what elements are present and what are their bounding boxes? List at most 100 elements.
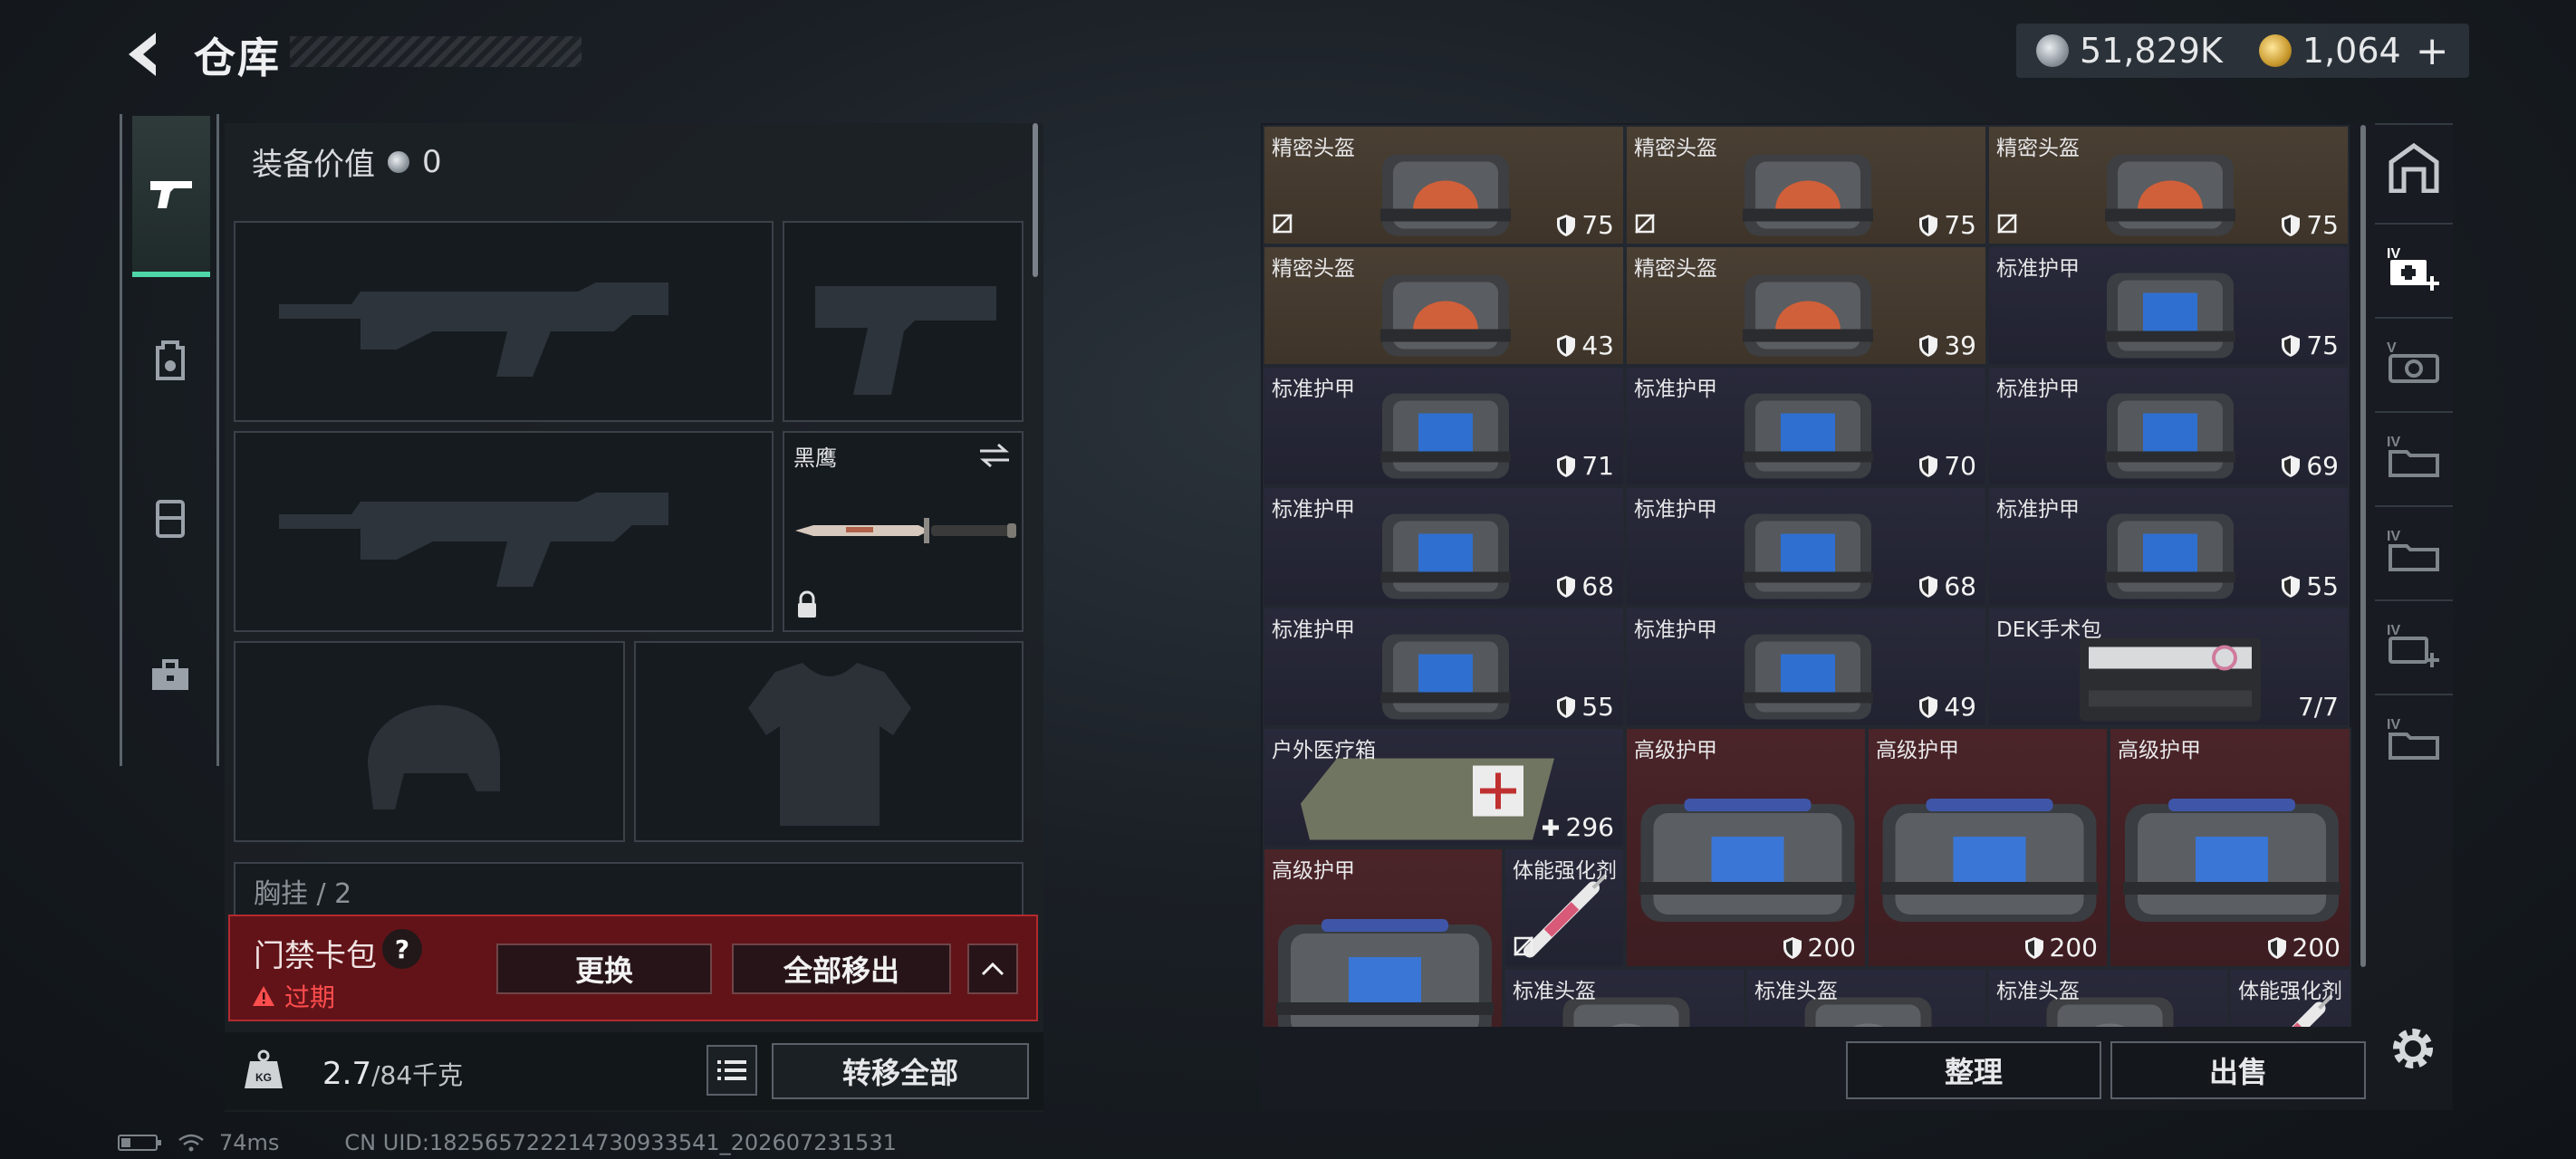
folder-icon: IV bbox=[2387, 435, 2439, 477]
gold-coin-icon bbox=[2258, 34, 2292, 67]
storage-item[interactable]: 标准护甲 71 bbox=[1263, 366, 1625, 486]
item-name: 高级护甲 bbox=[1634, 739, 1717, 762]
storage-item[interactable]: 高级护甲 200 bbox=[1867, 727, 2109, 968]
storage-item[interactable]: 标准护甲 68 bbox=[1625, 486, 1987, 607]
gold-amount: 1,064 bbox=[2302, 31, 2401, 71]
storage-item[interactable]: 标准护甲 68 bbox=[1263, 486, 1625, 607]
tab-vest[interactable] bbox=[145, 493, 196, 543]
tab-storage-medical[interactable]: IV bbox=[2375, 223, 2453, 310]
replace-button[interactable]: 更换 bbox=[496, 943, 712, 994]
storage-item[interactable]: 精密头盔 43 bbox=[1263, 245, 1625, 366]
pistol-slot[interactable] bbox=[783, 221, 1024, 422]
durability-shield-icon bbox=[2282, 214, 2301, 236]
storage-item[interactable]: DEK手术包 7/7 bbox=[1987, 607, 2350, 727]
collapse-button[interactable] bbox=[967, 943, 1018, 994]
durability-shield-icon bbox=[2024, 936, 2043, 959]
tab-weapons[interactable] bbox=[132, 116, 210, 277]
armor-slot[interactable] bbox=[634, 641, 1024, 842]
item-value: 200 bbox=[1807, 933, 1856, 963]
durability-shield-icon bbox=[1919, 575, 1938, 598]
pistol-icon bbox=[150, 181, 192, 208]
svg-text:IV: IV bbox=[2387, 435, 2400, 450]
folder-icon: IV bbox=[2387, 529, 2439, 571]
storage-item[interactable]: 标准头盔 bbox=[1504, 968, 1745, 1027]
svg-text:IV: IV bbox=[2387, 623, 2400, 638]
tab-storage-folder-3[interactable]: IV bbox=[2375, 694, 2453, 781]
storage-item[interactable]: 标准护甲 70 bbox=[1625, 366, 1987, 486]
sort-button[interactable]: 整理 bbox=[1846, 1041, 2101, 1099]
svg-text:KG: KG bbox=[255, 1071, 272, 1084]
item-name: 户外医疗箱 bbox=[1272, 739, 1376, 762]
item-name: 精密头盔 bbox=[1272, 137, 1355, 160]
durability-shield-icon bbox=[1557, 214, 1576, 236]
help-button[interactable]: ? bbox=[382, 929, 422, 969]
vest-icon bbox=[156, 500, 185, 538]
item-name: 标准护甲 bbox=[1272, 378, 1355, 401]
tab-storage-medical-2[interactable]: IV bbox=[2375, 599, 2453, 686]
remove-all-button[interactable]: 全部移出 bbox=[732, 943, 951, 994]
storage-item[interactable]: 高级护甲 200 bbox=[1625, 727, 1867, 968]
storage-item[interactable]: 高级护甲 bbox=[1263, 848, 1504, 1027]
storage-scrollbar[interactable] bbox=[2360, 125, 2366, 967]
tab-storage-tools[interactable]: V bbox=[2375, 317, 2453, 404]
item-name: DEK手术包 bbox=[1996, 618, 2102, 642]
settings-gear-icon[interactable] bbox=[2386, 1021, 2440, 1076]
medical-add-icon: IV bbox=[2387, 246, 2439, 291]
storage-item[interactable]: 精密头盔 39 bbox=[1625, 245, 1987, 366]
storage-item[interactable]: 标准护甲 55 bbox=[1263, 607, 1625, 727]
storage-item[interactable]: 标准护甲 55 bbox=[1987, 486, 2350, 607]
item-durability: 49 bbox=[1918, 692, 1976, 722]
durability-shield-icon bbox=[2282, 334, 2301, 357]
tab-storage-home[interactable] bbox=[2375, 123, 2453, 210]
item-value: 71 bbox=[1581, 451, 1614, 481]
durability-shield-icon bbox=[1919, 455, 1938, 477]
item-durability: 296 bbox=[1541, 812, 1614, 842]
item-value: 200 bbox=[2292, 933, 2341, 963]
storage-item[interactable]: 精密头盔 75 bbox=[1263, 125, 1625, 245]
item-value: 70 bbox=[1944, 451, 1976, 481]
chest-rig-slot[interactable] bbox=[234, 862, 1024, 916]
add-currency-button[interactable]: + bbox=[2416, 28, 2449, 74]
heal-plus-icon bbox=[1542, 819, 1559, 836]
transfer-all-button[interactable]: 转移全部 bbox=[772, 1043, 1029, 1099]
durability-shield-icon bbox=[1557, 334, 1576, 357]
status-line: 74ms CN UID:182565722214730933541_202607… bbox=[118, 1130, 897, 1155]
chest-rig-label: 胸挂 / 2 bbox=[254, 878, 352, 910]
storage-item[interactable]: 精密头盔 75 bbox=[1625, 125, 1987, 245]
item-durability: 7/7 bbox=[2298, 692, 2339, 722]
swap-icon[interactable] bbox=[978, 442, 1011, 469]
storage-item[interactable]: 标准护甲 69 bbox=[1987, 366, 2350, 486]
equipment-scrollbar[interactable] bbox=[1033, 123, 1038, 277]
storage-item[interactable]: 标准头盔 bbox=[1745, 968, 1987, 1027]
tab-storage-folder-1[interactable]: IV bbox=[2375, 411, 2453, 498]
storage-item[interactable]: 标准护甲 75 bbox=[1987, 245, 2350, 366]
item-value: 69 bbox=[2306, 451, 2339, 481]
tab-toolbox[interactable] bbox=[145, 650, 196, 701]
sell-button[interactable]: 出售 bbox=[2110, 1041, 2366, 1099]
item-value: 75 bbox=[2306, 210, 2339, 240]
storage-item[interactable]: 精密头盔 75 bbox=[1987, 125, 2350, 245]
currency-bar: 51,829K 1,064 + bbox=[2016, 24, 2469, 78]
warning-icon bbox=[253, 986, 274, 1006]
primary-weapon-slot[interactable] bbox=[234, 221, 774, 422]
tab-backpack[interactable] bbox=[145, 335, 196, 386]
storage-item[interactable]: 体能强化剂 bbox=[1504, 848, 1625, 968]
ping-value: 74ms bbox=[219, 1130, 280, 1155]
list-view-button[interactable] bbox=[706, 1045, 757, 1096]
secondary-weapon-slot[interactable] bbox=[234, 431, 774, 632]
weight-text: 2.7/84千克 bbox=[322, 1056, 463, 1092]
tools-icon: V bbox=[2387, 340, 2439, 383]
back-button[interactable] bbox=[120, 27, 165, 81]
item-value: 75 bbox=[1581, 210, 1614, 240]
helmet-slot[interactable] bbox=[234, 641, 625, 842]
storage-item[interactable]: 标准头盔 bbox=[1987, 968, 2229, 1027]
user-uid: CN UID:182565722214730933541_20260723153… bbox=[344, 1130, 897, 1155]
storage-item[interactable]: 标准护甲 49 bbox=[1625, 607, 1987, 727]
weight-capacity: /84千克 bbox=[371, 1060, 464, 1090]
storage-item[interactable]: 体能强化剂 bbox=[2229, 968, 2351, 1027]
storage-item[interactable]: 户外医疗箱 296 bbox=[1263, 727, 1625, 848]
melee-slot[interactable]: 黑鹰 bbox=[783, 431, 1024, 632]
tab-storage-folder-2[interactable]: IV bbox=[2375, 505, 2453, 592]
storage-item[interactable]: 高级护甲 200 bbox=[2109, 727, 2351, 968]
weight-icon: KG bbox=[245, 1049, 283, 1088]
